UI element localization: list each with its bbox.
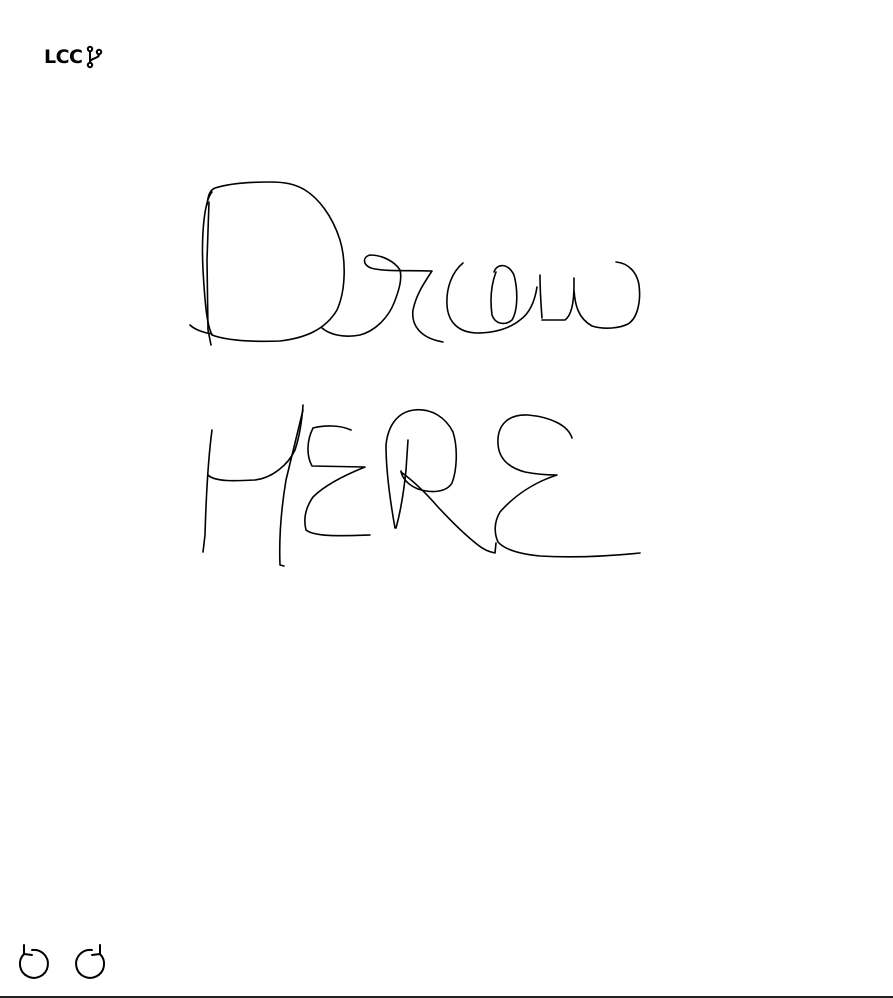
redo-button[interactable] [74, 942, 110, 984]
app-logo[interactable]: LCC [44, 44, 104, 70]
stroke-e [304, 425, 371, 537]
stroke-a [446, 262, 543, 334]
logo-text: LCC [44, 46, 83, 68]
history-toolbar [14, 942, 110, 984]
app-root: LCC [0, 0, 893, 998]
undo-icon [14, 942, 50, 985]
stroke-r-bowl [385, 408, 458, 529]
stroke-r-leg [400, 471, 497, 554]
undo-button[interactable] [14, 942, 50, 984]
stroke-e2 [494, 414, 641, 558]
git-branch-icon [84, 44, 104, 70]
stroke-r [321, 254, 444, 343]
drawing-strokes [189, 181, 641, 567]
stroke-h-left [202, 429, 213, 553]
stroke-w [490, 261, 641, 329]
stroke-r-stem [395, 439, 409, 529]
stroke-d-bowl [201, 181, 345, 343]
drawing-canvas[interactable] [0, 0, 893, 996]
redo-icon [74, 942, 110, 985]
